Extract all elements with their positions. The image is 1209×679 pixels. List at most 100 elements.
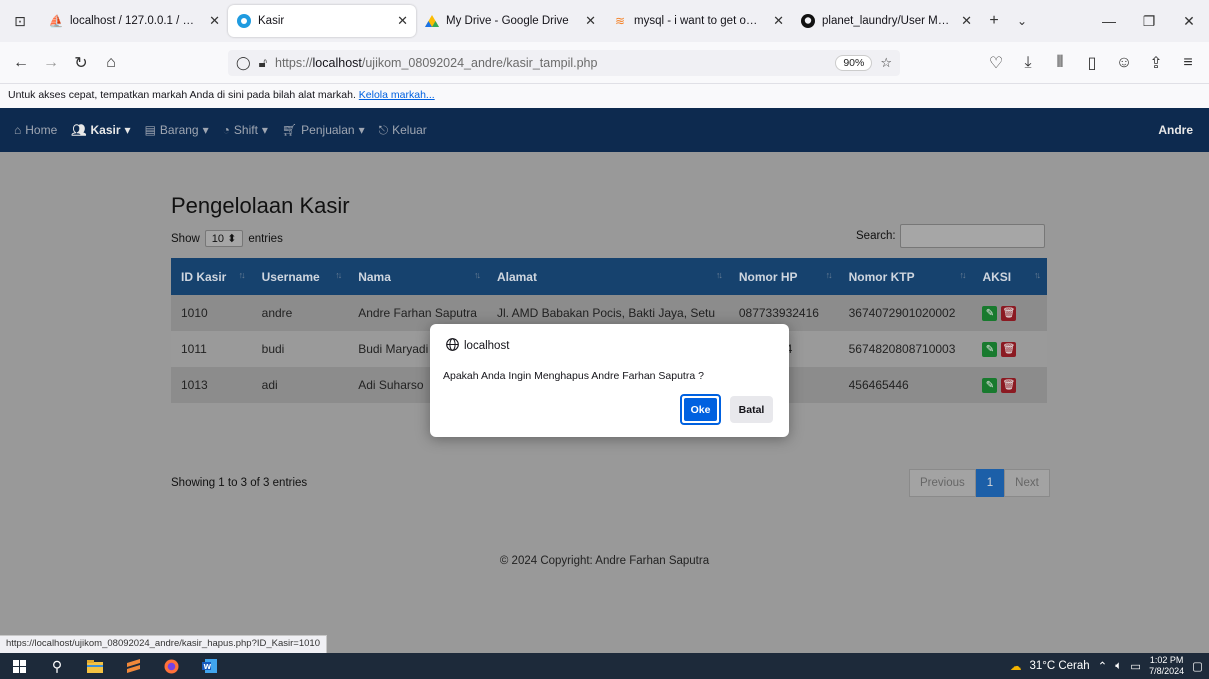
restore-icon[interactable]: ❐ xyxy=(1129,0,1169,42)
new-tab-icon[interactable]: + xyxy=(980,0,1008,42)
users-icon: 👥︎ xyxy=(71,123,87,137)
system-tray: ☁ 31°C Cerah ⌃ 🔈︎ ▭ 1:02 PM 7/8/2024 ▢ xyxy=(1010,653,1203,679)
cell-id: 1010 xyxy=(171,295,252,331)
notification-icon[interactable]: ▢ xyxy=(1192,659,1203,673)
caret-down-icon: ▾ xyxy=(358,123,365,137)
browser-tab-strip: ⊡ ⛵ localhost / 127.0.0.1 / ujikom ✕ Kas… xyxy=(0,0,1209,42)
edit-icon[interactable]: ✎ xyxy=(982,378,998,393)
column-header-nomor-ktp[interactable]: Nomor KTP ↑↓ xyxy=(838,258,973,295)
previous-page-button[interactable]: Previous xyxy=(909,469,976,497)
sublime-text-icon[interactable] xyxy=(114,653,152,679)
nav-home[interactable]: ⌂ Home xyxy=(14,123,57,137)
column-header-nomor-hp[interactable]: Nomor HP ↑↓ xyxy=(728,258,839,295)
weather-text[interactable]: 31°C Cerah xyxy=(1029,660,1089,672)
edit-icon[interactable]: ✎ xyxy=(982,342,998,357)
column-header-aksi[interactable]: AKSI ↑↓ xyxy=(972,258,1047,295)
close-tab-icon[interactable]: ✕ xyxy=(585,13,596,29)
column-header-username[interactable]: Username ↑↓ xyxy=(251,258,349,295)
browser-tab-phpmyadmin[interactable]: ⛵ localhost / 127.0.0.1 / ujikom ✕ xyxy=(40,4,228,38)
sidebar-icon[interactable]: ▯ xyxy=(1077,48,1107,78)
column-header-nama[interactable]: Nama ↑↓ xyxy=(348,258,487,295)
caret-down-icon: ▾ xyxy=(202,123,209,137)
windows-taskbar: ⚲ W ☁ 31°C Cerah ⌃ 🔈︎ ▭ 1:02 PM 7/8/2024 … xyxy=(0,653,1209,679)
delete-icon[interactable]: 🗑︎ xyxy=(1001,378,1017,393)
browser-tab-github[interactable]: planet_laundry/User Manual ✕ xyxy=(792,4,980,38)
library-icon[interactable]: ⫴ xyxy=(1045,48,1075,78)
address-bar[interactable]: ◯ 🔓︎ https://localhost/ujikom_08092024_a… xyxy=(228,50,900,76)
sort-icon: ↑↓ xyxy=(959,270,966,280)
pagination: Previous 1 Next xyxy=(909,469,1050,497)
firefox-icon[interactable] xyxy=(152,653,190,679)
forward-arrow-icon[interactable]: → xyxy=(36,48,66,78)
minimize-icon[interactable]: — xyxy=(1089,0,1129,42)
edit-icon[interactable]: ✎ xyxy=(982,306,998,321)
delete-icon[interactable]: 🗑︎ xyxy=(1001,342,1017,357)
browser-tab-kasir[interactable]: Kasir ✕ xyxy=(228,5,416,37)
close-tab-icon[interactable]: ✕ xyxy=(773,13,784,29)
sort-icon: ↑↓ xyxy=(335,270,342,280)
cancel-button[interactable]: Batal xyxy=(730,396,773,423)
weather-icon[interactable]: ☁ xyxy=(1010,659,1022,673)
stackoverflow-icon: ≋ xyxy=(614,14,626,28)
insecure-lock-icon[interactable]: 🔓︎ xyxy=(259,55,267,71)
cart-icon: 🛒︎ xyxy=(281,123,298,137)
manage-bookmarks-link[interactable]: Kelola markah... xyxy=(359,89,435,101)
windows-start-icon[interactable] xyxy=(0,653,38,679)
tab-list-icon[interactable]: ⊡ xyxy=(0,0,40,42)
nav-kasir[interactable]: 👥︎ Kasir ▾ xyxy=(71,123,130,137)
back-arrow-icon[interactable]: ← xyxy=(6,48,36,78)
close-tab-icon[interactable]: ✕ xyxy=(209,13,220,29)
tab-title: planet_laundry/User Manual xyxy=(822,15,951,27)
table-info: Showing 1 to 3 of 3 entries xyxy=(171,477,308,489)
cell-id: 1011 xyxy=(171,331,252,367)
google-drive-icon xyxy=(424,13,440,29)
shield-icon[interactable]: ◯ xyxy=(236,55,251,71)
entries-select[interactable]: 10 ⬍ xyxy=(204,230,244,247)
zoom-level-badge[interactable]: 90% xyxy=(835,55,873,71)
svg-text:W: W xyxy=(203,663,211,671)
close-tab-icon[interactable]: ✕ xyxy=(961,13,972,29)
app-navbar: ⌂ Home 👥︎ Kasir ▾ ▤ Barang ▾ ◔ Shift ▾ 🛒︎ Penjua… xyxy=(0,108,1209,152)
column-header-id[interactable]: ID Kasir ↑↓ xyxy=(171,258,252,295)
pocket-icon[interactable]: ♡ xyxy=(981,48,1011,78)
next-page-button[interactable]: Next xyxy=(1004,469,1050,497)
delete-icon[interactable]: 🗑︎ xyxy=(1001,306,1017,321)
file-explorer-icon[interactable] xyxy=(76,653,114,679)
chevron-down-icon[interactable]: ⌄ xyxy=(1008,0,1036,42)
ok-button[interactable]: Oke xyxy=(680,394,721,425)
nav-keluar[interactable]: ⎋ Keluar xyxy=(379,123,427,138)
current-user[interactable]: Andre xyxy=(1158,123,1193,137)
home-button-icon[interactable]: ⌂ xyxy=(96,48,126,78)
globe-icon xyxy=(446,338,459,354)
download-icon[interactable]: ⤓ xyxy=(1013,48,1043,78)
volume-icon[interactable]: 🔈︎ xyxy=(1115,660,1122,673)
caret-down-icon: ▾ xyxy=(261,123,268,137)
bookmark-star-icon[interactable]: ☆ xyxy=(880,55,892,71)
menu-icon[interactable]: ≡ xyxy=(1173,48,1203,78)
extensions-icon[interactable]: ⇪ xyxy=(1141,48,1171,78)
cell-aksi: ✎ 🗑︎ xyxy=(972,295,1047,331)
browser-tab-stackoverflow[interactable]: ≋ mysql - i want to get only dat ✕ xyxy=(604,4,792,38)
caret-down-icon: ▾ xyxy=(124,123,131,137)
nav-shift[interactable]: ◔ Shift ▾ xyxy=(223,123,268,137)
nav-barang[interactable]: ▤ Barang ▾ xyxy=(145,123,209,137)
search-input[interactable] xyxy=(899,224,1045,248)
search-icon[interactable]: ⚲ xyxy=(38,653,76,679)
word-icon[interactable]: W xyxy=(190,653,228,679)
column-header-alamat[interactable]: Alamat ↑↓ xyxy=(486,258,729,295)
account-icon[interactable]: ☺ xyxy=(1109,48,1139,78)
cell-id: 1013 xyxy=(171,367,252,403)
clock[interactable]: 1:02 PM 7/8/2024 xyxy=(1149,655,1184,677)
browser-tab-google-drive[interactable]: My Drive - Google Drive ✕ xyxy=(416,4,604,38)
close-tab-icon[interactable]: ✕ xyxy=(397,13,408,29)
chevron-up-icon[interactable]: ⌃ xyxy=(1098,659,1108,673)
confirm-dialog: localhost Apakah Anda Ingin Menghapus An… xyxy=(430,324,789,437)
page-1-button[interactable]: 1 xyxy=(975,469,1005,497)
close-window-icon[interactable]: ✕ xyxy=(1169,0,1209,42)
network-icon[interactable]: ▭ xyxy=(1130,659,1141,673)
tab-title: My Drive - Google Drive xyxy=(446,15,569,27)
nav-penjualan[interactable]: 🛒︎ Penjualan ▾ xyxy=(282,123,365,137)
page-title: Pengelolaan Kasir xyxy=(171,193,350,218)
reload-icon[interactable]: ↻ xyxy=(66,48,96,78)
url-text[interactable]: https://localhost/ujikom_08092024_andre/… xyxy=(275,56,827,70)
